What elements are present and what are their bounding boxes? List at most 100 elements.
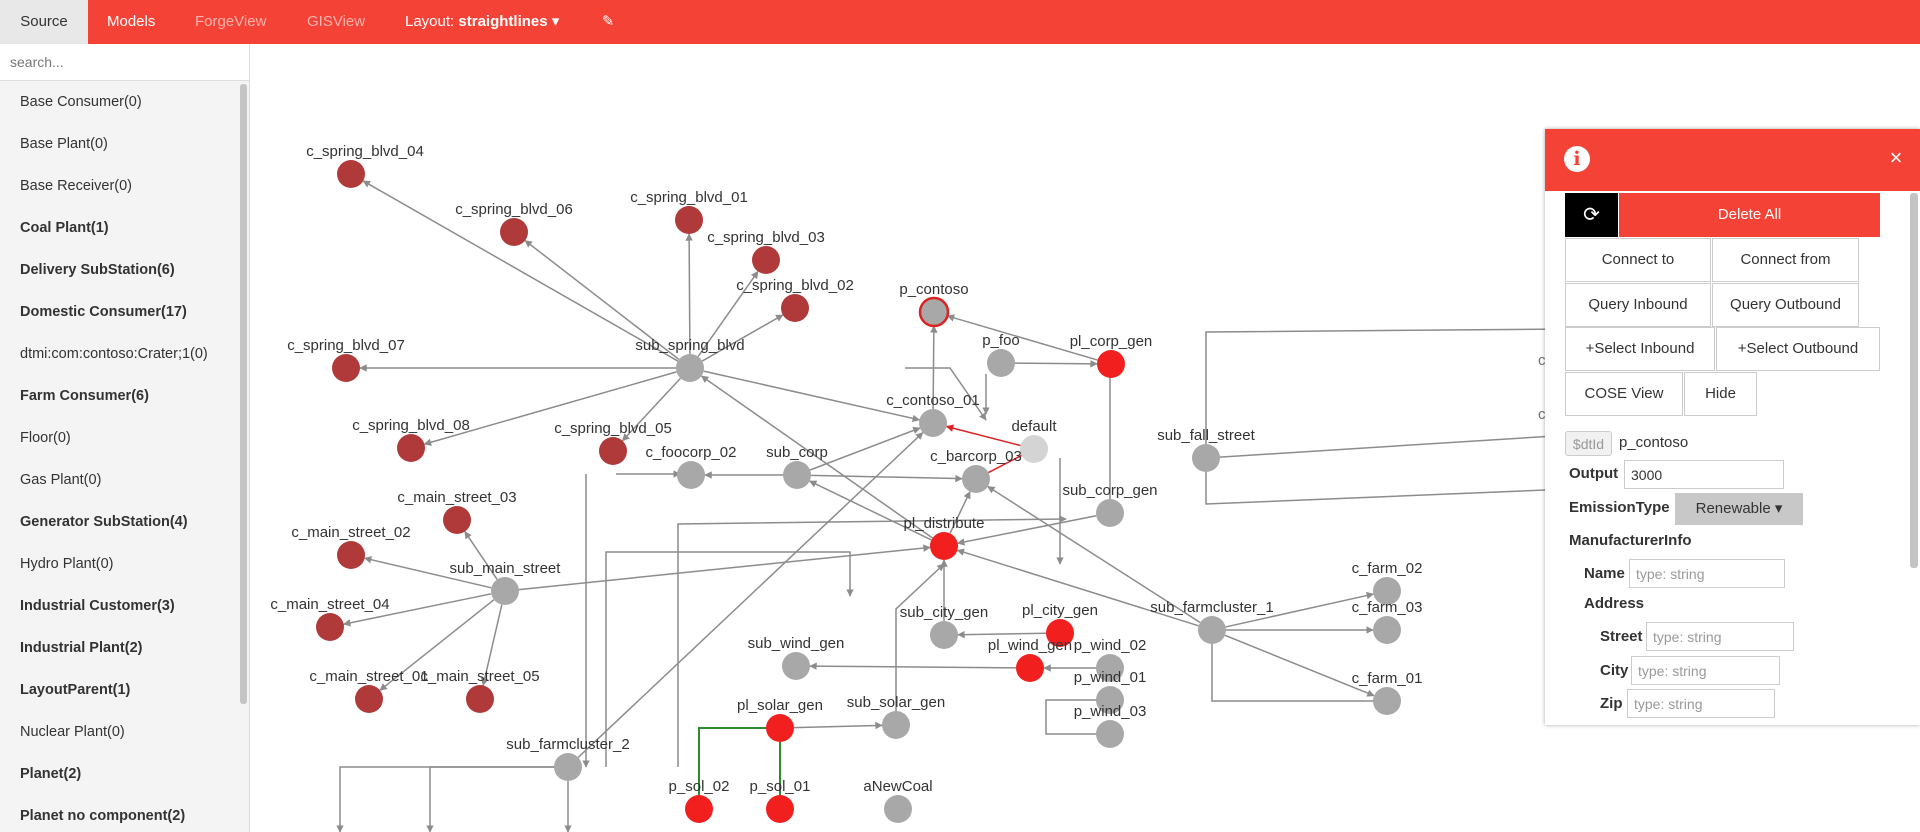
graph-node[interactable]: c_barcorp_03 — [930, 448, 1022, 493]
node-circle[interactable] — [466, 685, 494, 713]
graph-node[interactable]: c_main_street_03 — [397, 489, 517, 534]
node-circle[interactable] — [783, 461, 811, 489]
node-circle[interactable] — [1192, 444, 1220, 472]
sidebar-model-item[interactable]: Generator SubStation(4) — [0, 501, 240, 543]
node-circle[interactable] — [676, 354, 704, 382]
sidebar-model-item[interactable]: Hydro Plant(0) — [0, 543, 240, 585]
node-circle[interactable] — [1097, 350, 1125, 378]
node-circle[interactable] — [930, 532, 958, 560]
close-icon[interactable]: × — [1883, 145, 1909, 171]
sidebar-model-item[interactable]: Base Consumer(0) — [0, 81, 240, 123]
cose-view-button[interactable]: COSE View — [1565, 372, 1683, 416]
graph-node[interactable]: c_spring_blvd_08 — [352, 417, 470, 462]
graph-node[interactable]: c_spring_blvd_07 — [287, 337, 405, 382]
city-field[interactable] — [1631, 656, 1780, 685]
edit-icon[interactable]: ✎ — [598, 0, 618, 44]
node-circle[interactable] — [443, 506, 471, 534]
sidebar-model-item[interactable]: Farm Consumer(6) — [0, 375, 240, 417]
sidebar-model-item[interactable]: LayoutParent(1) — [0, 669, 240, 711]
sidebar-model-item[interactable]: Planet no component(2) — [0, 795, 240, 832]
graph-node[interactable]: sub_solar_gen — [847, 694, 945, 739]
node-circle[interactable] — [397, 434, 425, 462]
node-circle[interactable] — [1096, 720, 1124, 748]
panel-scrollbar[interactable] — [1910, 193, 1918, 568]
graph-node[interactable]: aNewCoal — [863, 778, 933, 823]
search-input[interactable] — [0, 44, 249, 81]
node-circle[interactable] — [491, 577, 519, 605]
graph-node[interactable]: sub_spring_blvd — [635, 337, 745, 382]
graph-node[interactable]: p_sol_02 — [669, 778, 730, 823]
tab-source[interactable]: Source — [0, 0, 88, 44]
node-circle[interactable] — [355, 685, 383, 713]
node-circle[interactable] — [685, 795, 713, 823]
output-field[interactable] — [1624, 460, 1784, 489]
node-circle[interactable] — [987, 349, 1015, 377]
node-circle[interactable] — [675, 206, 703, 234]
node-circle[interactable] — [1020, 435, 1048, 463]
node-circle[interactable] — [1016, 654, 1044, 682]
select-outbound-button[interactable]: +Select Outbound — [1716, 327, 1880, 371]
node-circle[interactable] — [1373, 616, 1401, 644]
graph-node[interactable]: sub_farmcluster_2 — [506, 736, 630, 781]
node-circle[interactable] — [766, 795, 794, 823]
node-circle[interactable] — [919, 409, 947, 437]
graph-node[interactable]: c_main_street_05 — [420, 668, 540, 713]
node-circle[interactable] — [781, 294, 809, 322]
node-circle[interactable] — [882, 711, 910, 739]
connect-from-button[interactable]: Connect from — [1712, 238, 1859, 282]
graph-node[interactable]: c_spring_blvd_01 — [630, 189, 748, 234]
graph-node[interactable]: p_sol_01 — [750, 778, 811, 823]
graph-node[interactable]: c_spring_blvd_02 — [736, 277, 854, 322]
node-circle[interactable] — [752, 246, 780, 274]
emission-type-dropdown[interactable]: Renewable ▾ — [1675, 493, 1803, 525]
graph-node[interactable]: sub_city_gen — [900, 604, 988, 649]
hide-button[interactable]: Hide — [1684, 372, 1757, 416]
node-circle[interactable] — [782, 652, 810, 680]
sidebar-scrollbar[interactable] — [240, 84, 247, 704]
tab-forgeview[interactable]: ForgeView — [195, 0, 266, 44]
graph-node[interactable]: c_foocorp_02 — [646, 444, 737, 489]
sidebar-model-item[interactable]: Coal Plant(1) — [0, 207, 240, 249]
node-circle[interactable] — [1373, 687, 1401, 715]
sidebar-model-item[interactable]: Gas Plant(0) — [0, 459, 240, 501]
sidebar-model-item[interactable]: Industrial Customer(3) — [0, 585, 240, 627]
graph-node[interactable]: c_main_street_02 — [291, 524, 411, 569]
street-field[interactable] — [1646, 622, 1794, 651]
graph-node[interactable]: sub_wind_gen — [748, 635, 845, 680]
node-circle[interactable] — [962, 465, 990, 493]
node-circle[interactable] — [316, 613, 344, 641]
graph-node[interactable]: c_spring_blvd_06 — [455, 201, 573, 246]
graph-node[interactable]: c_contoso_01 — [886, 392, 980, 437]
node-circle[interactable] — [599, 437, 627, 465]
graph-node[interactable]: pl_wind_gen — [988, 637, 1072, 682]
graph-node[interactable]: pl_solar_gen — [737, 697, 823, 742]
node-circle[interactable] — [884, 795, 912, 823]
select-inbound-button[interactable]: +Select Inbound — [1565, 327, 1715, 371]
sidebar-model-item[interactable]: Base Plant(0) — [0, 123, 240, 165]
zip-field[interactable] — [1627, 689, 1775, 718]
graph-node[interactable]: sub_fall_street — [1157, 427, 1256, 472]
sidebar-model-item[interactable]: Delivery SubStation(6) — [0, 249, 240, 291]
node-circle[interactable] — [1198, 616, 1226, 644]
sidebar-model-item[interactable]: Base Receiver(0) — [0, 165, 240, 207]
sidebar-model-item[interactable]: Floor(0) — [0, 417, 240, 459]
node-circle[interactable] — [766, 714, 794, 742]
sidebar-model-item[interactable]: dtmi:com:contoso:Crater;1(0) — [0, 333, 240, 375]
node-circle[interactable] — [930, 621, 958, 649]
node-circle[interactable] — [337, 160, 365, 188]
node-circle[interactable] — [332, 354, 360, 382]
sidebar-model-item[interactable]: Industrial Plant(2) — [0, 627, 240, 669]
node-circle[interactable] — [554, 753, 582, 781]
query-outbound-button[interactable]: Query Outbound — [1712, 283, 1859, 327]
sidebar-model-item[interactable]: Planet(2) — [0, 753, 240, 795]
node-circle[interactable] — [918, 296, 950, 328]
graph-node[interactable]: sub_farmcluster_1 — [1150, 599, 1274, 644]
node-circle[interactable] — [337, 541, 365, 569]
graph-node[interactable]: c_main_street_01 — [309, 668, 429, 713]
graph-node[interactable]: c_spring_blvd_03 — [707, 229, 825, 274]
sidebar-model-item[interactable]: Domestic Consumer(17) — [0, 291, 240, 333]
graph-node[interactable]: p_wind_03 — [1074, 703, 1147, 748]
graph-node[interactable]: c_farm_01 — [1352, 670, 1423, 715]
graph-node[interactable]: pl_distribute — [904, 515, 985, 560]
graph-node[interactable]: c_farm_03 — [1352, 599, 1423, 644]
